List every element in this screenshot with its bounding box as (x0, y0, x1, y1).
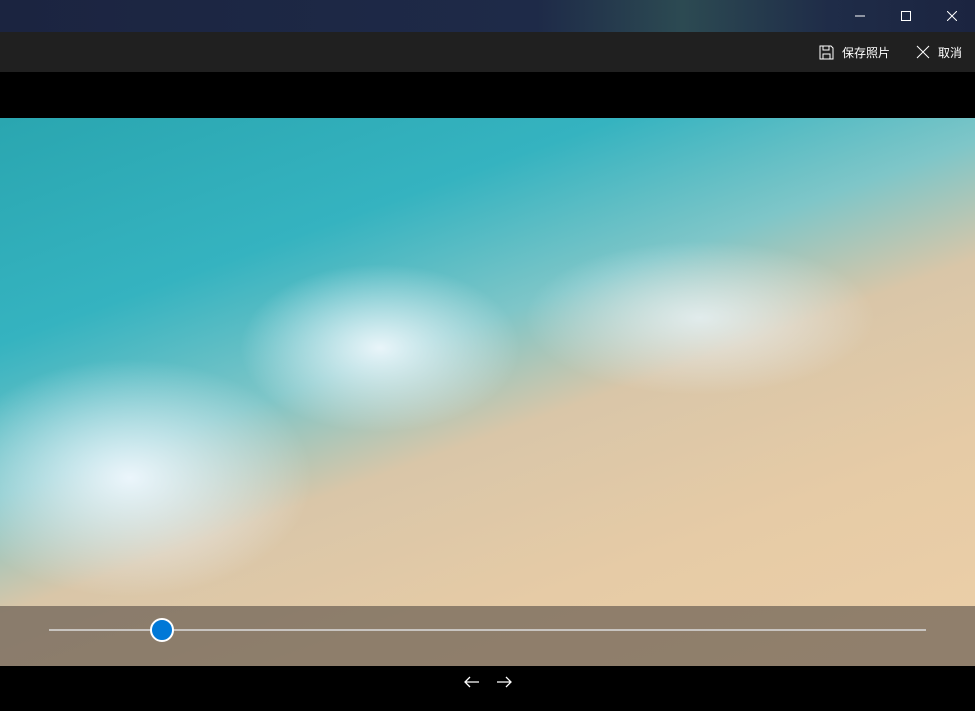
slider-overlay (0, 606, 975, 666)
save-photo-label: 保存照片 (842, 45, 891, 60)
slider-thumb[interactable] (150, 618, 175, 642)
maximize-button[interactable] (883, 0, 929, 32)
close-button[interactable] (929, 0, 975, 32)
minimize-button[interactable] (837, 0, 883, 32)
save-icon (819, 45, 834, 59)
cancel-icon (916, 45, 930, 59)
title-bar (0, 0, 975, 32)
command-bar: 保存照片 取消 (0, 32, 975, 72)
arrow-right-icon (497, 676, 512, 688)
photo-preview (0, 118, 975, 666)
minimize-icon (855, 15, 865, 17)
arrow-left-icon (464, 676, 479, 688)
next-button[interactable] (492, 671, 516, 693)
close-icon (947, 11, 957, 21)
slider-track[interactable] (49, 629, 926, 631)
previous-button[interactable] (460, 671, 484, 693)
cancel-button[interactable]: 取消 (916, 32, 962, 72)
maximize-icon (901, 11, 911, 21)
save-photo-button[interactable]: 保存照片 (819, 32, 890, 72)
cancel-label: 取消 (938, 45, 963, 60)
